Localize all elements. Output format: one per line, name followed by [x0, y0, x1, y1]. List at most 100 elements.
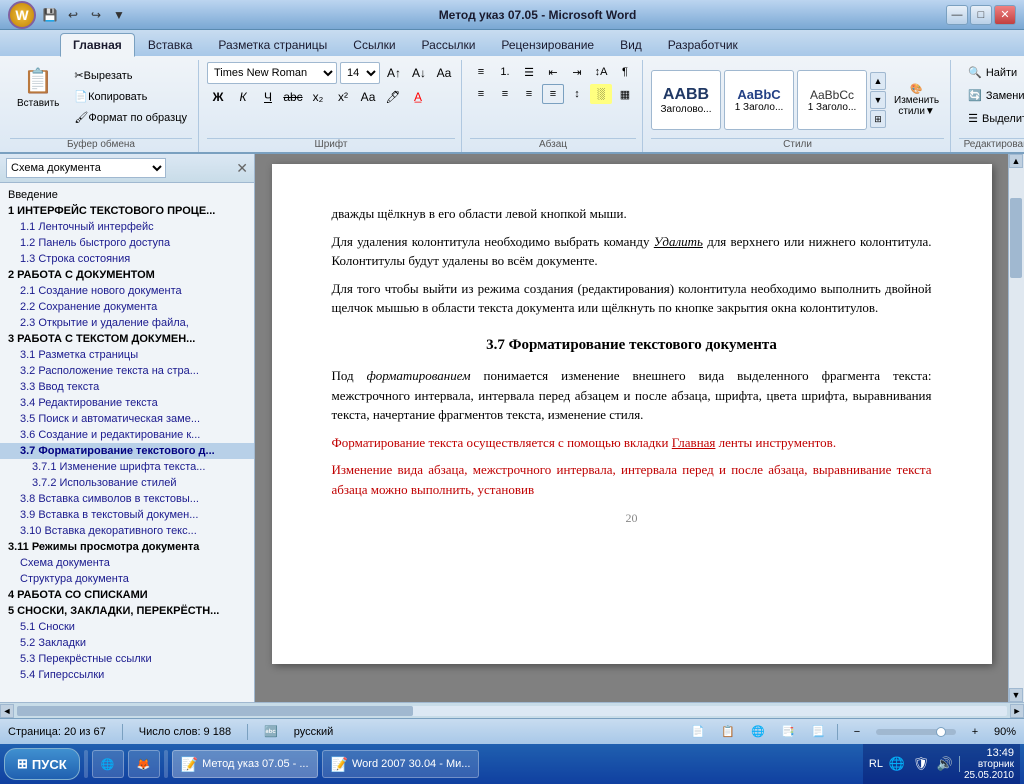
scroll-track[interactable] — [1009, 168, 1024, 688]
taskbar-browser-button[interactable]: 🦊 — [128, 750, 160, 778]
italic-button[interactable]: К — [232, 86, 254, 108]
minimize-button[interactable]: — — [946, 5, 968, 25]
text-effect-button[interactable]: Аа — [357, 86, 379, 108]
subscript-button[interactable]: x₂ — [307, 86, 329, 108]
h-scroll-thumb[interactable] — [17, 706, 413, 716]
superscript-button[interactable]: x² — [332, 86, 354, 108]
taskbar-word1-button[interactable]: 📝 Метод указ 07.05 - ... — [172, 750, 318, 778]
styles-expand[interactable]: ⊞ — [870, 110, 886, 128]
zoom-slider[interactable] — [876, 729, 956, 735]
style-heading2[interactable]: AaBbC 1 Заголо... — [724, 70, 794, 130]
nav-item-17[interactable]: 3.7.1 Изменение шрифта текста... — [0, 459, 254, 475]
nav-item-0[interactable]: Введение — [0, 187, 254, 203]
cut-button[interactable]: ✂ Вырезать — [69, 66, 192, 85]
nav-item-7[interactable]: 2.2 Сохранение документа — [0, 299, 254, 315]
bullets-button[interactable]: ≡ — [470, 62, 492, 82]
decrease-font-button[interactable]: A↓ — [408, 62, 430, 84]
nav-item-29[interactable]: 5.3 Перекрёстные ссылки — [0, 651, 254, 667]
nav-item-26[interactable]: 5 СНОСКИ, ЗАКЛАДКИ, ПЕРЕКРЁСТН... — [0, 603, 254, 619]
horizontal-scrollbar[interactable]: ◄ ► — [0, 702, 1024, 718]
scroll-left-button[interactable]: ◄ — [0, 704, 14, 718]
increase-font-button[interactable]: A↑ — [383, 62, 405, 84]
vertical-scrollbar[interactable]: ▲ ▼ — [1008, 154, 1024, 702]
find-button[interactable]: 🔍 Найти — [959, 62, 1024, 83]
strikethrough-button[interactable]: abc — [282, 86, 304, 108]
font-color-button[interactable]: A̲ — [407, 86, 429, 108]
tab-insert[interactable]: Вставка — [135, 33, 206, 56]
nav-item-11[interactable]: 3.2 Расположение текста на стра... — [0, 363, 254, 379]
font-size-select[interactable]: 14 — [340, 62, 380, 84]
qa-dropdown-button[interactable]: ▼ — [109, 5, 129, 25]
nav-item-28[interactable]: 5.2 Закладки — [0, 635, 254, 651]
office-button[interactable]: W — [8, 1, 36, 29]
styles-scroll-up[interactable]: ▲ — [870, 72, 886, 90]
nav-item-23[interactable]: Схема документа — [0, 555, 254, 571]
show-marks-button[interactable]: ¶ — [614, 62, 636, 82]
nav-item-30[interactable]: 5.4 Гиперссылки — [0, 667, 254, 683]
align-right-button[interactable]: ≡ — [518, 84, 540, 104]
tab-mailings[interactable]: Рассылки — [409, 33, 489, 56]
nav-item-15[interactable]: 3.6 Создание и редактирование к... — [0, 427, 254, 443]
zoom-thumb[interactable] — [936, 727, 946, 737]
tab-page-layout[interactable]: Разметка страницы — [205, 33, 340, 56]
nav-item-1[interactable]: 1 ИНТЕРФЕЙС ТЕКСТОВОГО ПРОЦЕ... — [0, 203, 254, 219]
zoom-out-button[interactable]: − — [846, 722, 868, 742]
nav-item-4[interactable]: 1.3 Строка состояния — [0, 251, 254, 267]
scroll-thumb[interactable] — [1010, 198, 1022, 278]
nav-item-25[interactable]: 4 РАБОТА СО СПИСКАМИ — [0, 587, 254, 603]
sort-button[interactable]: ↕A — [590, 62, 612, 82]
nav-item-5[interactable]: 2 РАБОТА С ДОКУМЕНТОМ — [0, 267, 254, 283]
align-center-button[interactable]: ≡ — [494, 84, 516, 104]
scroll-down-button[interactable]: ▼ — [1009, 688, 1023, 702]
nav-item-14[interactable]: 3.5 Поиск и автоматическая заме... — [0, 411, 254, 427]
tab-developer[interactable]: Разработчик — [655, 33, 751, 56]
select-button[interactable]: ☰ Выделить — [959, 108, 1024, 129]
paste-button[interactable]: 📋 Вставить — [10, 62, 66, 114]
sidebar-close-button[interactable]: ✕ — [236, 160, 248, 177]
tab-home[interactable]: Главная — [60, 33, 135, 57]
nav-item-20[interactable]: 3.9 Вставка в текстовый докумен... — [0, 507, 254, 523]
nav-item-24[interactable]: Структура документа — [0, 571, 254, 587]
nav-item-16[interactable]: 3.7 Форматирование текстового д... — [0, 443, 254, 459]
nav-item-2[interactable]: 1.1 Ленточный интерфейс — [0, 219, 254, 235]
nav-item-3[interactable]: 1.2 Панель быстрого доступа — [0, 235, 254, 251]
line-spacing-button[interactable]: ↕ — [566, 84, 588, 104]
redo-qa-button[interactable]: ↪ — [86, 5, 106, 25]
undo-qa-button[interactable]: ↩ — [63, 5, 83, 25]
save-qa-button[interactable]: 💾 — [40, 5, 60, 25]
replace-button[interactable]: 🔄 Заменить — [959, 85, 1024, 106]
nav-item-22[interactable]: 3.11 Режимы просмотра документа — [0, 539, 254, 555]
copy-button[interactable]: 📄 Копировать — [69, 87, 192, 106]
view-fullscreen-button[interactable]: 📋 — [717, 722, 739, 742]
multilevel-list-button[interactable]: ☰ — [518, 62, 540, 82]
view-outline-button[interactable]: 📑 — [777, 722, 799, 742]
maximize-button[interactable]: □ — [970, 5, 992, 25]
view-print-button[interactable]: 📄 — [687, 722, 709, 742]
nav-item-19[interactable]: 3.8 Вставка символов в текстовы... — [0, 491, 254, 507]
align-left-button[interactable]: ≡ — [470, 84, 492, 104]
numbering-button[interactable]: 1. — [494, 62, 516, 82]
start-button[interactable]: ⊞ ПУСК — [4, 748, 80, 780]
shading-button[interactable]: ░ — [590, 84, 612, 104]
increase-indent-button[interactable]: ⇥ — [566, 62, 588, 82]
highlight-button[interactable]: 🖊 — [382, 86, 404, 108]
tab-references[interactable]: Ссылки — [340, 33, 408, 56]
view-web-button[interactable]: 🌐 — [747, 722, 769, 742]
zoom-in-button[interactable]: + — [964, 722, 986, 742]
close-button[interactable]: ✕ — [994, 5, 1016, 25]
font-name-select[interactable]: Times New Roman — [207, 62, 337, 84]
underline-button[interactable]: Ч — [257, 86, 279, 108]
format-painter-button[interactable]: 🖌 Формат по образцу — [69, 108, 192, 127]
justify-button[interactable]: ≡ — [542, 84, 564, 104]
scroll-up-button[interactable]: ▲ — [1009, 154, 1023, 168]
tab-review[interactable]: Рецензирование — [488, 33, 607, 56]
bold-button[interactable]: Ж — [207, 86, 229, 108]
nav-item-27[interactable]: 5.1 Сноски — [0, 619, 254, 635]
nav-item-18[interactable]: 3.7.2 Использование стилей — [0, 475, 254, 491]
taskbar-word2-button[interactable]: 📝 Word 2007 30.04 - Ми... — [322, 750, 480, 778]
style-heading1[interactable]: AABB Заголово... — [651, 70, 721, 130]
borders-button[interactable]: ▦ — [614, 84, 636, 104]
nav-item-13[interactable]: 3.4 Редактирование текста — [0, 395, 254, 411]
sidebar-mode-select[interactable]: Схема документа — [6, 158, 166, 178]
scroll-right-button[interactable]: ► — [1010, 704, 1024, 718]
